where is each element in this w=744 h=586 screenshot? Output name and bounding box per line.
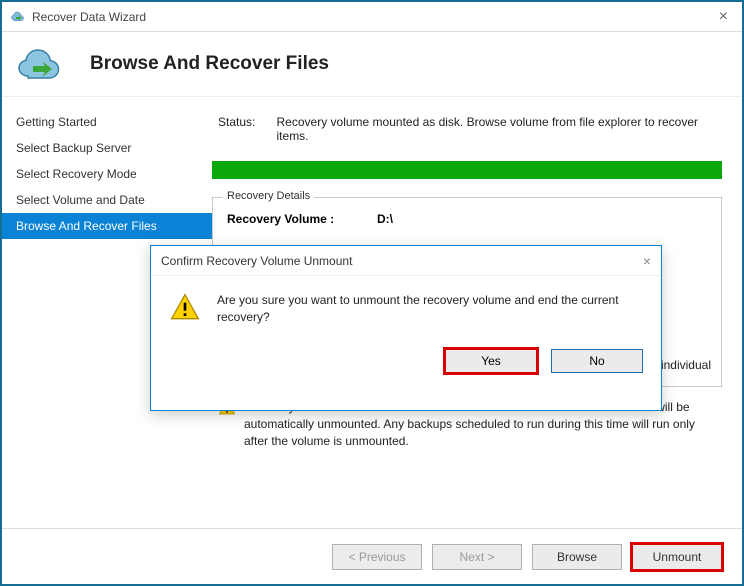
sidebar-item-select-backup-server[interactable]: Select Backup Server xyxy=(2,135,212,161)
next-button: Next > xyxy=(432,544,522,570)
dialog-yes-button[interactable]: Yes xyxy=(445,349,537,373)
unmount-button[interactable]: Unmount xyxy=(632,544,722,570)
page-title: Browse And Recover Files xyxy=(90,53,329,75)
window-close-button[interactable]: × xyxy=(713,8,734,26)
recovery-volume-label: Recovery Volume : xyxy=(227,212,377,226)
dialog-message: Are you sure you want to unmount the rec… xyxy=(217,292,643,329)
dialog-button-row: Yes No xyxy=(151,339,661,387)
previous-button: < Previous xyxy=(332,544,422,570)
dialog-title: Confirm Recovery Volume Unmount xyxy=(161,254,352,268)
recovery-details-legend: Recovery Details xyxy=(223,190,314,202)
header-logo-icon xyxy=(16,44,66,84)
dialog-titlebar: Confirm Recovery Volume Unmount × xyxy=(151,246,661,276)
dialog-body: Are you sure you want to unmount the rec… xyxy=(151,276,661,339)
window-title: Recover Data Wizard xyxy=(32,10,146,24)
status-text: Recovery volume mounted as disk. Browse … xyxy=(277,115,722,143)
status-label: Status: xyxy=(218,115,277,143)
dialog-close-button[interactable]: × xyxy=(643,253,651,269)
sidebar-item-browse-recover[interactable]: Browse And Recover Files xyxy=(2,213,212,239)
wizard-header: Browse And Recover Files xyxy=(2,32,742,96)
recovery-volume-row: Recovery Volume : D:\ xyxy=(227,212,707,226)
titlebar: Recover Data Wizard × xyxy=(2,2,742,32)
wizard-window: Recover Data Wizard × Browse And Recover… xyxy=(0,0,744,586)
browse-button[interactable]: Browse xyxy=(532,544,622,570)
confirm-unmount-dialog: Confirm Recovery Volume Unmount × Are yo… xyxy=(150,245,662,411)
sidebar-item-select-recovery-mode[interactable]: Select Recovery Mode xyxy=(2,161,212,187)
sidebar-item-select-volume-date[interactable]: Select Volume and Date xyxy=(2,187,212,213)
sidebar-item-getting-started[interactable]: Getting Started xyxy=(2,109,212,135)
wizard-footer: < Previous Next > Browse Unmount xyxy=(2,528,742,584)
status-row: Status: Recovery volume mounted as disk.… xyxy=(212,115,722,143)
dialog-no-button[interactable]: No xyxy=(551,349,643,373)
warning-icon xyxy=(169,292,205,329)
progress-bar xyxy=(212,161,722,179)
recovery-volume-value: D:\ xyxy=(377,212,393,226)
app-logo-icon xyxy=(10,9,26,25)
